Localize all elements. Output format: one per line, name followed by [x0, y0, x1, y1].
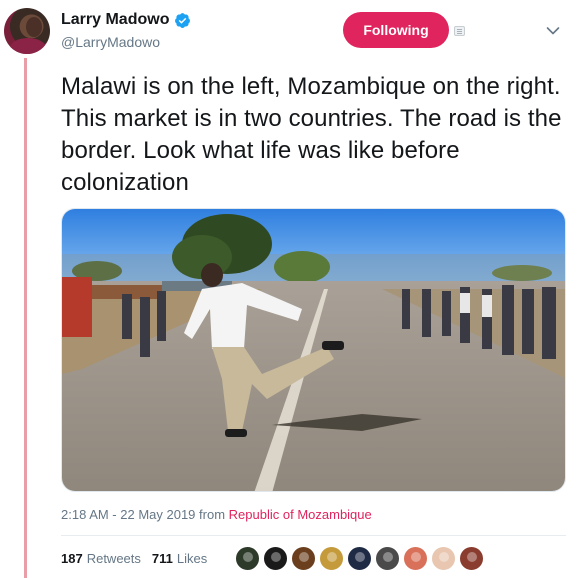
retweets-count[interactable]: 187	[61, 551, 83, 566]
liker-avatar[interactable]	[375, 546, 400, 571]
divider	[61, 535, 566, 536]
author-display-name[interactable]: Larry Madowo	[61, 11, 169, 29]
tweet-photo[interactable]	[61, 208, 566, 492]
chevron-down-icon[interactable]	[546, 26, 560, 36]
liker-avatar-highlight	[383, 552, 393, 562]
author-handle[interactable]: @LarryMadowo	[61, 34, 191, 50]
author-name-row[interactable]: Larry Madowo	[61, 11, 191, 29]
liker-avatar-highlight	[271, 552, 281, 562]
liker-avatar-highlight	[243, 552, 253, 562]
liker-avatar-highlight	[467, 552, 477, 562]
liker-avatar[interactable]	[459, 546, 484, 571]
liker-avatar-highlight	[327, 552, 337, 562]
liker-avatar[interactable]	[403, 546, 428, 571]
avatar[interactable]	[4, 8, 50, 54]
liker-avatar-highlight	[439, 552, 449, 562]
photo-scene	[62, 209, 565, 491]
liker-avatar[interactable]	[347, 546, 372, 571]
tweet-stats: 187 Retweets 711 Likes	[61, 551, 207, 566]
tweet-meta: 2:18 AM - 22 May 2019 from Republic of M…	[61, 507, 372, 522]
likes-count[interactable]: 711	[152, 551, 173, 566]
from-label: from	[199, 507, 226, 522]
tweet-location-link[interactable]: Republic of Mozambique	[229, 507, 372, 522]
liker-avatar[interactable]	[319, 546, 344, 571]
liker-avatar-highlight	[411, 552, 421, 562]
avatar-shirt	[10, 38, 46, 54]
following-button[interactable]: Following	[343, 12, 449, 48]
liker-avatar[interactable]	[263, 546, 288, 571]
tweet-text: Malawi is on the left, Mozambique on the…	[61, 73, 562, 196]
verified-icon	[175, 12, 191, 28]
liker-avatar[interactable]	[291, 546, 316, 571]
liker-avatars	[235, 546, 487, 571]
liker-avatar-highlight	[355, 552, 365, 562]
tweet-timestamp[interactable]: 2:18 AM - 22 May 2019	[61, 507, 195, 522]
retweets-label[interactable]: Retweets	[87, 551, 141, 566]
thread-line	[24, 58, 27, 578]
liker-avatar[interactable]	[431, 546, 456, 571]
author-block: Larry Madowo @LarryMadowo	[61, 11, 191, 50]
profile-card-icon[interactable]	[454, 26, 465, 36]
avatar-face	[26, 17, 42, 37]
liker-avatar[interactable]	[235, 546, 260, 571]
liker-avatar-highlight	[299, 552, 309, 562]
likes-label[interactable]: Likes	[177, 551, 207, 566]
